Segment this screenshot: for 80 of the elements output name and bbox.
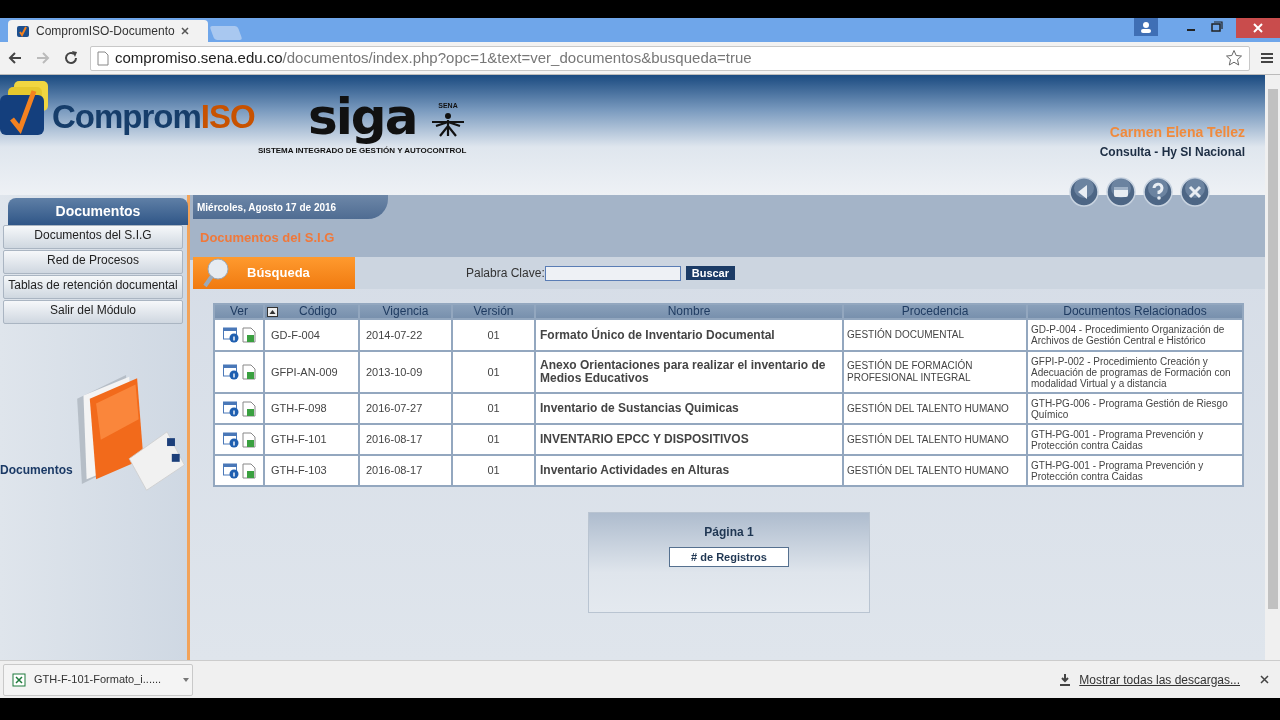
date-bar: Miércoles, Agosto 17 de 2016 bbox=[193, 195, 388, 219]
menu-icon[interactable] bbox=[1260, 51, 1274, 65]
column-header[interactable]: Nombre bbox=[536, 305, 842, 318]
reload-icon[interactable] bbox=[62, 49, 80, 67]
related-cell: GD-P-004 - Procedimiento Organización de Archivos de Gestión Central e Histórico bbox=[1028, 320, 1242, 350]
column-header[interactable]: Documentos Relacionados bbox=[1028, 305, 1242, 318]
records-button[interactable]: # de Registros bbox=[669, 547, 789, 567]
user-icon[interactable] bbox=[1134, 18, 1158, 36]
name-cell: Formato Único de Inventario Documental bbox=[536, 320, 842, 350]
page-label: Página 1 bbox=[704, 524, 754, 541]
sidebar-item[interactable]: Documentos del S.I.G bbox=[3, 225, 183, 249]
code-cell: GTH-F-103 bbox=[265, 456, 358, 485]
info-icon[interactable] bbox=[222, 327, 239, 343]
area-cell: GESTIÓN DEL TALENTO HUMANO bbox=[844, 425, 1026, 454]
search-icon bbox=[203, 258, 229, 288]
info-icon[interactable] bbox=[222, 462, 239, 479]
logo-icon bbox=[16, 24, 30, 38]
related-cell: GTH-PG-001 - Programa Prevención y Protección contra Caidas bbox=[1028, 456, 1242, 485]
close-icon[interactable] bbox=[180, 27, 189, 35]
logo-accent: ISO bbox=[200, 98, 255, 135]
close-icon[interactable] bbox=[1260, 675, 1269, 684]
date-cell: 2014-07-22 bbox=[360, 320, 451, 350]
sort-icon[interactable] bbox=[267, 306, 278, 317]
field-label: Palabra Clave: bbox=[466, 265, 545, 282]
scrollbar-thumb[interactable] bbox=[1267, 89, 1278, 609]
code-cell: GD-F-004 bbox=[265, 320, 358, 350]
name-cell: Inventario de Sustancias Quimicas bbox=[536, 394, 842, 423]
name-cell: Anexo Orientaciones para realizar el inventario de Medios Educativos bbox=[536, 352, 842, 392]
show-downloads-link[interactable]: Mostrar todas las descargas... bbox=[1079, 670, 1240, 689]
close-icon[interactable] bbox=[1236, 18, 1280, 38]
search-field[interactable] bbox=[544, 265, 681, 281]
sidebar-item[interactable]: Red de Procesos bbox=[3, 250, 183, 274]
column-header[interactable]: Ver bbox=[215, 305, 263, 318]
user-name: Carmen Elena Tellez bbox=[1109, 123, 1245, 142]
siga-logo: siga bbox=[307, 89, 417, 145]
code-cell: GFPI-AN-009 bbox=[265, 352, 358, 392]
version-cell: 01 bbox=[453, 320, 534, 350]
logo-text: Comprom bbox=[52, 98, 201, 135]
date-cell: 2016-08-17 bbox=[360, 425, 451, 454]
date-cell: 2016-07-27 bbox=[360, 394, 451, 423]
name-cell: INVENTARIO EPCC Y DISPOSITIVOS bbox=[536, 425, 842, 454]
search-button[interactable]: Buscar bbox=[685, 266, 735, 280]
area-cell: GESTIÓN DE FORMACIÓN PROFESIONAL INTEGRAL bbox=[844, 352, 1026, 392]
sidebar-caption: Documentos bbox=[0, 462, 73, 479]
section-title: Documentos del S.I.G bbox=[199, 229, 336, 248]
area-cell: GESTIÓN DEL TALENTO HUMANO bbox=[844, 456, 1026, 485]
related-cell: GFPI-P-002 - Procedimiento Creación y Adecuación de programas de Formación con modalidad Virtual y a distancia bbox=[1028, 352, 1242, 392]
sidebar-item[interactable]: Salir del Módulo bbox=[3, 300, 183, 324]
version-cell: 01 bbox=[453, 352, 534, 392]
info-icon[interactable] bbox=[222, 364, 239, 380]
date-cell: 2013-10-09 bbox=[360, 352, 451, 392]
column-header[interactable]: Versión bbox=[453, 305, 534, 318]
spreadsheet-icon bbox=[12, 672, 26, 687]
download-item[interactable]: GTH-F-101-Formato_i...... bbox=[3, 663, 193, 696]
column-header[interactable]: Vigencia bbox=[360, 305, 451, 318]
version-cell: 01 bbox=[453, 394, 534, 423]
address-bar[interactable]: compromiso.sena.edu.co/documentos/index.php?opc=1&text=ver_documentos&busqueda=true bbox=[90, 45, 1250, 71]
sena-logo-icon bbox=[430, 111, 466, 138]
caret-icon[interactable] bbox=[183, 677, 189, 682]
related-cell: GTH-PG-006 - Programa Gestión de Riesgo Químico bbox=[1028, 394, 1242, 423]
star-icon[interactable] bbox=[1225, 49, 1243, 67]
area-cell: GESTIÓN DOCUMENTAL bbox=[844, 320, 1026, 350]
date-cell: 2016-08-17 bbox=[360, 456, 451, 485]
info-icon[interactable] bbox=[222, 400, 239, 417]
version-cell: 01 bbox=[453, 456, 534, 485]
column-header[interactable]: Procedencia bbox=[844, 305, 1026, 318]
code-cell: GTH-F-098 bbox=[265, 394, 358, 423]
info-icon[interactable] bbox=[222, 431, 239, 448]
related-cell: GTH-PG-001 - Programa Prevención y Protección contra Caidas bbox=[1028, 425, 1242, 454]
page-icon bbox=[97, 50, 109, 66]
sidebar-title: Documentos bbox=[8, 198, 188, 225]
name-cell: Inventario Actividades en Alturas bbox=[536, 456, 842, 485]
area-cell: GESTIÓN DEL TALENTO HUMANO bbox=[844, 394, 1026, 423]
column-header[interactable]: Código bbox=[265, 305, 358, 318]
siga-subtitle: SISTEMA INTEGRADO DE GESTIÓN Y AUTOCONTROL bbox=[258, 145, 467, 157]
version-cell: 01 bbox=[453, 425, 534, 454]
sidebar-item[interactable]: Tablas de retención documental bbox=[3, 275, 183, 299]
browser-tab[interactable]: CompromISO-Documento bbox=[8, 20, 208, 42]
code-cell: GTH-F-101 bbox=[265, 425, 358, 454]
user-role: Consulta - Hy SI Nacional bbox=[1099, 144, 1245, 161]
